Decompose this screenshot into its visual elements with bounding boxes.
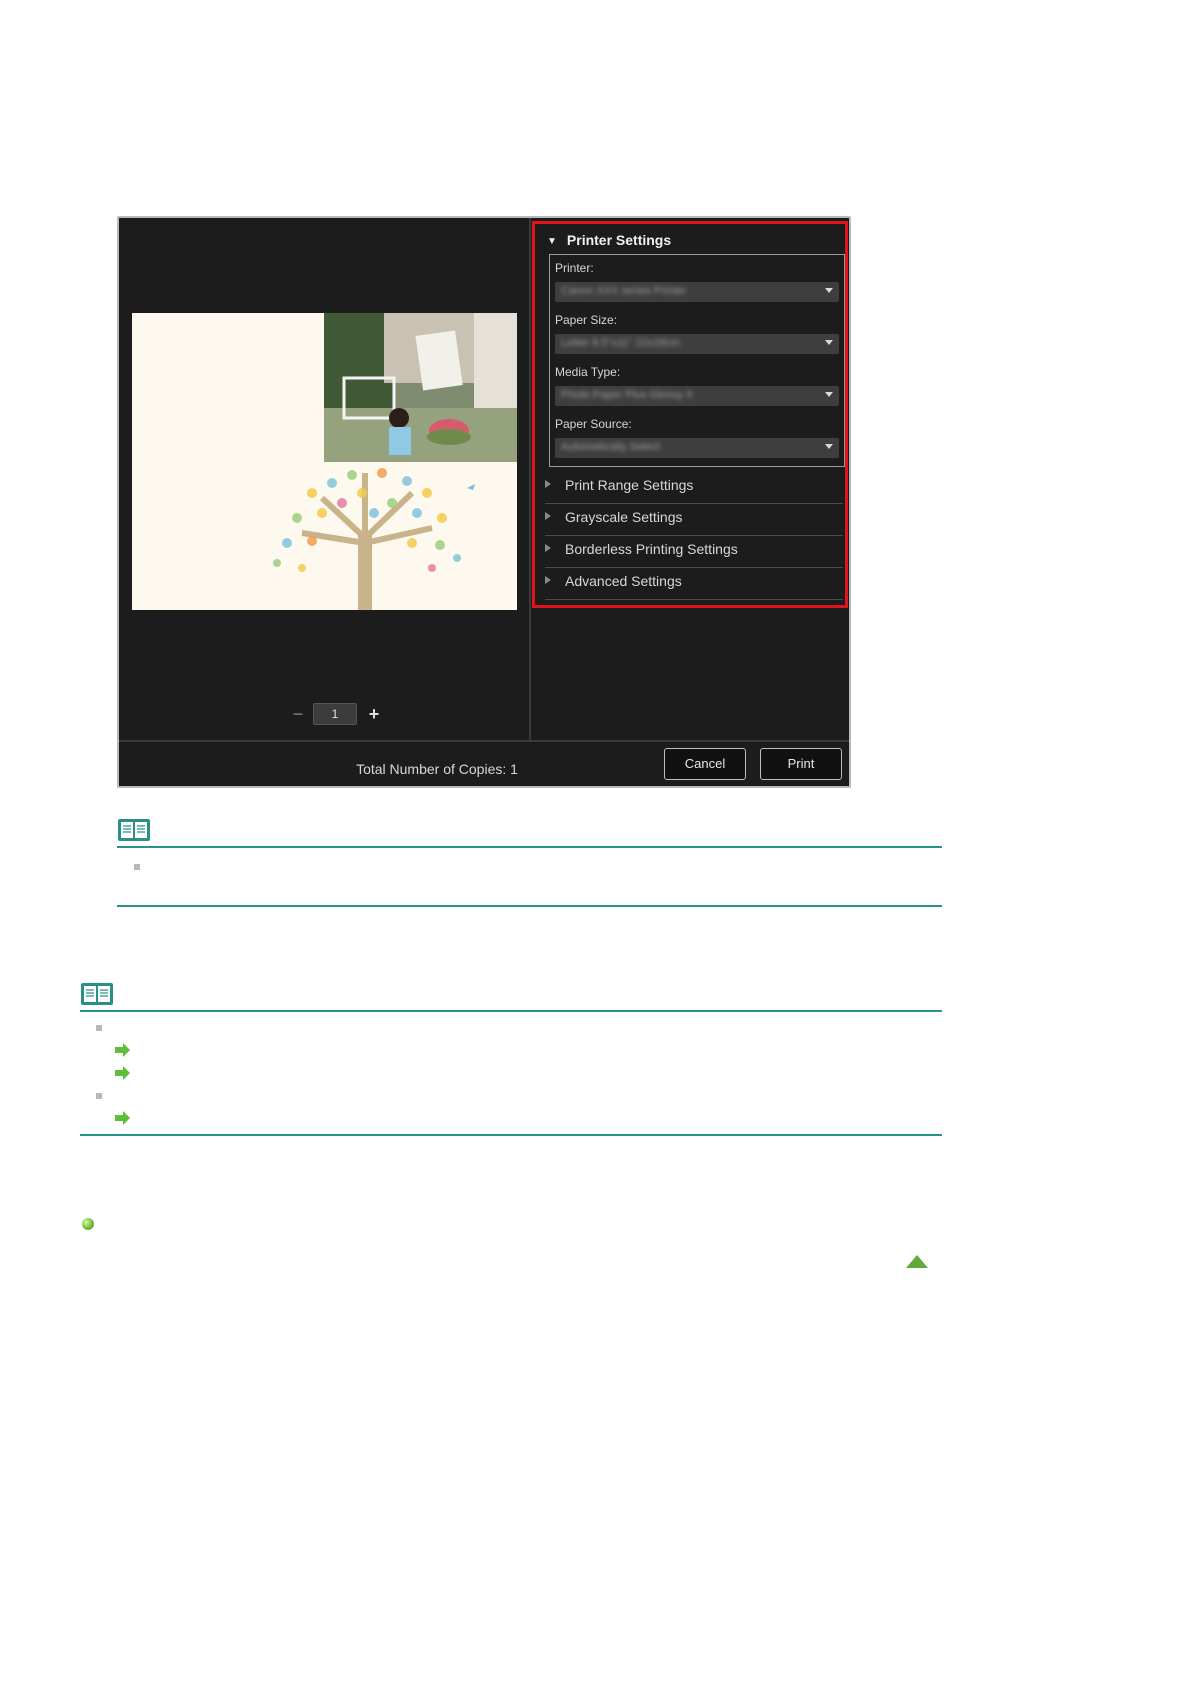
green-bullet-icon bbox=[82, 1218, 94, 1230]
section-borderless-printing-settings[interactable]: Borderless Printing Settings bbox=[545, 536, 843, 568]
print-button[interactable]: Print bbox=[760, 748, 842, 780]
section-print-range-settings[interactable]: Print Range Settings bbox=[545, 472, 843, 504]
media-type-label: Media Type: bbox=[555, 365, 621, 379]
printer-value: Canon XXX series Printer bbox=[561, 285, 687, 297]
link-arrow-icon[interactable] bbox=[114, 1111, 131, 1125]
printer-settings-group: Printer: Canon XXX series Printer Paper … bbox=[549, 254, 845, 467]
page-top-arrow-icon[interactable] bbox=[906, 1255, 928, 1268]
printer-label: Printer: bbox=[555, 261, 594, 275]
increase-copies-button[interactable]: + bbox=[365, 703, 383, 725]
section-label: Advanced Settings bbox=[565, 573, 682, 589]
expanded-triangle-icon: ▼ bbox=[547, 236, 557, 247]
printer-settings-header[interactable]: ▼ Printer Settings bbox=[547, 232, 671, 248]
total-copies-text: Total Number of Copies: 1 bbox=[356, 761, 518, 777]
note-bottom-rule bbox=[80, 1134, 942, 1136]
note-bullet bbox=[134, 864, 140, 870]
dropdown-arrow-icon bbox=[825, 340, 833, 345]
pane-divider bbox=[529, 218, 531, 740]
section-label: Print Range Settings bbox=[565, 477, 694, 493]
media-type-select[interactable]: Photo Paper Plus Glossy II bbox=[555, 386, 839, 406]
settings-panel: ▼ Printer Settings Printer: Canon XXX ser… bbox=[532, 221, 848, 608]
paper-size-label: Paper Size: bbox=[555, 313, 618, 327]
paper-size-value: Letter 8.5"x11" 22x28cm bbox=[561, 337, 680, 349]
print-settings-dialog: − 1 + ▼ Printer Settings Printer: Canon X… bbox=[117, 216, 851, 788]
printer-settings-title: Printer Settings bbox=[566, 232, 672, 248]
paper-source-value: Automatically Select bbox=[561, 441, 661, 453]
dropdown-arrow-icon bbox=[825, 444, 833, 449]
preview-pane: − 1 + bbox=[119, 218, 529, 740]
collapsed-triangle-icon bbox=[545, 544, 551, 552]
section-grayscale-settings[interactable]: Grayscale Settings bbox=[545, 504, 843, 536]
media-type-value: Photo Paper Plus Glossy II bbox=[561, 389, 693, 401]
link-arrow-icon[interactable] bbox=[114, 1043, 131, 1057]
collapsed-triangle-icon bbox=[545, 480, 551, 488]
bottom-divider bbox=[119, 740, 849, 742]
collapsed-triangle-icon bbox=[545, 576, 551, 584]
note-bullet bbox=[96, 1093, 102, 1099]
note-book-icon bbox=[118, 819, 150, 841]
printer-select[interactable]: Canon XXX series Printer bbox=[555, 282, 839, 302]
preview-photo bbox=[324, 313, 517, 462]
section-label: Borderless Printing Settings bbox=[565, 541, 738, 557]
link-arrow-icon[interactable] bbox=[114, 1066, 131, 1080]
decrease-copies-button[interactable]: − bbox=[289, 703, 307, 725]
dropdown-arrow-icon bbox=[825, 288, 833, 293]
note-bullet bbox=[96, 1025, 102, 1031]
cancel-button[interactable]: Cancel bbox=[664, 748, 746, 780]
copies-field[interactable]: 1 bbox=[313, 703, 357, 725]
section-label: Grayscale Settings bbox=[565, 509, 683, 525]
collapsed-triangle-icon bbox=[545, 512, 551, 520]
note-book-icon bbox=[81, 983, 113, 1005]
paper-source-select[interactable]: Automatically Select bbox=[555, 438, 839, 458]
preview-page bbox=[132, 313, 517, 610]
section-advanced-settings[interactable]: Advanced Settings bbox=[545, 568, 843, 600]
tree-illustration bbox=[273, 468, 475, 610]
paper-size-select[interactable]: Letter 8.5"x11" 22x28cm bbox=[555, 334, 839, 354]
note-bottom-rule bbox=[117, 905, 942, 907]
note-top-rule bbox=[117, 846, 942, 848]
paper-source-label: Paper Source: bbox=[555, 417, 632, 431]
note-top-rule bbox=[80, 1010, 942, 1012]
dropdown-arrow-icon bbox=[825, 392, 833, 397]
